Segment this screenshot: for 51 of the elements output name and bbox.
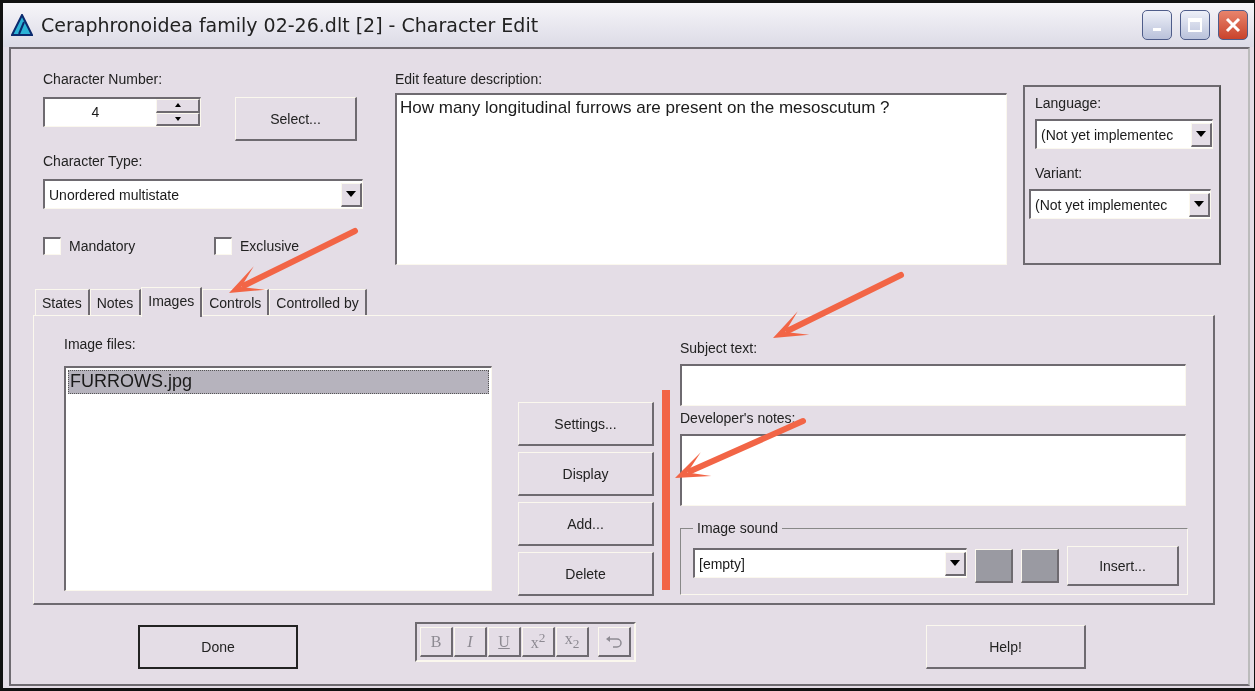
minimize-icon xyxy=(1153,27,1161,31)
field-label: Character Type: xyxy=(43,153,144,169)
language-dropdown[interactable]: (Not yet implementec xyxy=(1035,119,1213,149)
field-label: Variant: xyxy=(1035,165,1084,181)
triangle-logo-icon xyxy=(11,14,33,36)
close-icon xyxy=(1225,17,1241,33)
window-title: Ceraphronoidea family 02-26.dlt [2] - Character Edit xyxy=(41,14,540,36)
sound-dropdown[interactable]: [empty] xyxy=(693,548,967,578)
field-label: Image files: xyxy=(64,336,137,352)
field-label: Developer's notes: xyxy=(680,410,797,426)
field-label: Language: xyxy=(1035,95,1103,111)
done-button[interactable]: Done xyxy=(138,625,298,669)
field-label: Character Number: xyxy=(43,71,164,87)
checkbox-label: Mandatory xyxy=(69,238,136,254)
notes-field[interactable] xyxy=(680,434,1186,506)
up-icon xyxy=(174,103,181,108)
subject-field[interactable] xyxy=(680,364,1186,406)
image-list[interactable]: FURROWS.jpg xyxy=(64,366,492,591)
select-button[interactable]: Select... xyxy=(235,97,357,141)
action-button[interactable]: Add... xyxy=(518,502,654,546)
undo-icon xyxy=(605,635,623,648)
field-label: Subject text: xyxy=(680,340,759,356)
tab[interactable]: Controls xyxy=(202,289,270,315)
tab[interactable]: Controlled by xyxy=(269,289,367,315)
list-item[interactable]: FURROWS.jpg xyxy=(68,370,489,394)
type-dropdown[interactable]: Unordered multistate xyxy=(43,179,363,209)
variant-dropdown[interactable]: (Not yet implementec xyxy=(1029,189,1211,219)
maximize-button[interactable] xyxy=(1180,10,1210,40)
caret-icon xyxy=(950,560,960,566)
field-label: Edit feature description: xyxy=(395,71,544,87)
tab[interactable]: Notes xyxy=(89,289,142,315)
checkbox[interactable] xyxy=(43,237,61,255)
insert-button[interactable]: Insert... xyxy=(1067,546,1179,586)
close-button[interactable] xyxy=(1218,10,1248,40)
maximize-icon xyxy=(1187,17,1203,33)
tab[interactable]: States xyxy=(35,289,90,315)
group-label: Image sound xyxy=(696,520,779,536)
tab[interactable]: Images xyxy=(141,287,203,317)
checkbox[interactable] xyxy=(214,237,232,255)
number-spinner[interactable]: 4 xyxy=(43,97,201,127)
minimize-button[interactable] xyxy=(1142,10,1172,40)
caret-icon xyxy=(1194,201,1204,207)
down-icon xyxy=(174,116,181,121)
description-field[interactable]: How many longitudinal furrows are present on the mesoscutum ? xyxy=(395,93,1007,265)
action-button[interactable]: Settings... xyxy=(518,402,654,446)
checkbox-label: Exclusive xyxy=(240,238,300,254)
action-button[interactable]: Display xyxy=(518,452,654,496)
action-button[interactable]: Delete xyxy=(518,552,654,596)
help-button[interactable]: Help! xyxy=(926,625,1086,669)
caret-icon xyxy=(346,191,356,197)
caret-icon xyxy=(1196,131,1206,137)
